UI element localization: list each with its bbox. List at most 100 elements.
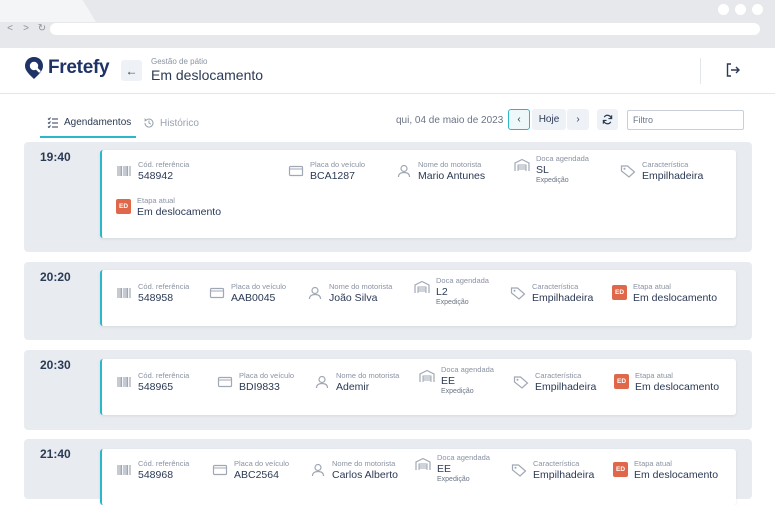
barcode-icon xyxy=(117,166,131,176)
warehouse-icon xyxy=(514,158,530,171)
dock-type: Expedição xyxy=(436,299,469,306)
window-control-dot[interactable] xyxy=(752,4,763,15)
window-control-dot[interactable] xyxy=(735,4,746,15)
field-dock: Doca agendada SL Expedição xyxy=(514,154,589,184)
feature-value: Empilhadeira xyxy=(532,292,594,304)
field-label: Etapa atual xyxy=(634,459,672,468)
group-time: 20:20 xyxy=(40,270,71,284)
feature-value: Empilhadeira xyxy=(535,381,597,393)
field-reference: Cód. referência 548968 xyxy=(116,459,189,481)
browser-back-icon[interactable]: < xyxy=(4,23,16,34)
field-stage: ED Etapa atual Em deslocamento xyxy=(612,282,717,304)
dock-type: Expedição xyxy=(437,476,470,483)
tab-agendamentos[interactable]: Agendamentos xyxy=(40,108,136,138)
field-label: Característica xyxy=(532,282,579,291)
stage-badge: ED xyxy=(613,462,628,477)
time-group: 19:40 Cód. referência 548942 Placa do veí… xyxy=(24,142,752,252)
chevron-left-icon: ‹ xyxy=(517,114,521,125)
field-label: Nome do motorista xyxy=(418,160,482,169)
driver-value: Carlos Alberto xyxy=(332,469,398,481)
browser-frame: < > ↻ xyxy=(0,0,775,48)
stage-badge: ED xyxy=(116,199,131,214)
group-time: 21:40 xyxy=(40,447,71,461)
plate-icon xyxy=(217,376,233,388)
driver-value: João Silva xyxy=(329,292,378,304)
field-label: Placa do veículo xyxy=(310,160,366,169)
warehouse-icon xyxy=(414,280,430,293)
user-icon xyxy=(315,375,329,389)
field-dock: Doca agendada EE Expedição xyxy=(419,365,494,395)
browser-forward-icon[interactable]: > xyxy=(20,23,32,34)
field-label: Placa do veículo xyxy=(234,459,290,468)
field-feature: Característica Empilhadeira xyxy=(511,459,594,481)
back-button[interactable]: ← xyxy=(121,60,142,81)
filter-input[interactable] xyxy=(627,110,744,130)
field-label: Placa do veículo xyxy=(231,282,287,291)
user-icon xyxy=(311,463,325,477)
logout-icon[interactable] xyxy=(725,62,741,78)
refresh-button[interactable] xyxy=(597,109,618,130)
field-label: Nome do motorista xyxy=(336,371,400,380)
reference-value: 548965 xyxy=(138,381,174,393)
driver-value: Mario Antunes xyxy=(418,170,486,182)
field-reference: Cód. referência 548958 xyxy=(116,282,189,304)
barcode-icon xyxy=(117,288,131,298)
plate-value: BDI9833 xyxy=(239,381,280,393)
appointment-card[interactable]: Cód. referência 548965 Placa do veículo BD… xyxy=(100,359,736,415)
checklist-icon xyxy=(47,117,58,128)
field-feature: Característica Empilhadeira xyxy=(513,371,596,393)
next-day-button[interactable]: › xyxy=(567,109,589,130)
field-label: Placa do veículo xyxy=(239,371,295,380)
group-time: 19:40 xyxy=(40,150,71,164)
toolbar: Agendamentos Histórico qui, 04 de maio d… xyxy=(0,94,775,142)
field-label: Etapa atual xyxy=(137,196,175,205)
tag-icon xyxy=(510,287,526,300)
field-reference: Cód. referência 548965 xyxy=(116,371,189,393)
browser-window-controls xyxy=(718,4,763,15)
dock-value: EE xyxy=(441,375,456,387)
page-title: Em deslocamento xyxy=(151,67,264,83)
field-label: Característica xyxy=(642,160,689,169)
field-plate: Placa do veículo BCA1287 xyxy=(288,160,365,182)
browser-reload-icon[interactable]: ↻ xyxy=(36,23,48,34)
field-dock: Doca agendada EE Expedição xyxy=(415,453,490,483)
feature-value: Empilhadeira xyxy=(642,170,704,182)
appointment-card[interactable]: Cód. referência 548968 Placa do veículo AB… xyxy=(100,449,736,505)
field-label: Cód. referência xyxy=(138,282,190,291)
appointment-card[interactable]: Cód. referência 548958 Placa do veículo AA… xyxy=(100,270,736,326)
plate-value: BCA1287 xyxy=(310,170,355,182)
header-titles: Gestão de pátio Em deslocamento xyxy=(151,57,263,83)
previous-day-button[interactable]: ‹ xyxy=(508,109,530,130)
dock-value: EE xyxy=(437,463,452,475)
reference-value: 548958 xyxy=(138,292,174,304)
field-label: Cód. referência xyxy=(138,160,190,169)
stage-badge: ED xyxy=(612,285,627,300)
app-header: Fretefy ← Gestão de pátio Em deslocament… xyxy=(0,48,775,94)
time-group: 21:40 Cód. referência 548968 Placa do veí… xyxy=(24,439,752,505)
field-plate: Placa do veículo AAB0045 xyxy=(209,282,286,304)
browser-address-bar[interactable] xyxy=(50,23,760,35)
browser-tab[interactable] xyxy=(0,0,96,22)
field-label: Cód. referência xyxy=(138,371,190,380)
field-label: Doca agendada xyxy=(436,276,489,285)
warehouse-icon xyxy=(415,457,431,470)
stage-badge: ED xyxy=(614,374,629,389)
header-divider xyxy=(700,58,701,84)
field-label: Nome do motorista xyxy=(329,282,393,291)
appointment-card[interactable]: Cód. referência 548942 Placa do veículo BC… xyxy=(100,150,736,238)
field-reference: Cód. referência 548942 xyxy=(116,160,189,182)
field-stage: ED Etapa atual Em deslocamento xyxy=(614,371,719,393)
field-driver: Nome do motorista Mario Antunes xyxy=(396,160,485,182)
brand-logo-icon xyxy=(25,57,43,79)
dock-value: SL xyxy=(536,164,549,176)
stage-value: Em deslocamento xyxy=(635,381,720,393)
plate-value: AAB0045 xyxy=(231,292,276,304)
window-control-dot[interactable] xyxy=(718,4,729,15)
dock-value: L2 xyxy=(436,286,448,298)
field-label: Característica xyxy=(535,371,582,380)
brand-logo[interactable]: Fretefy xyxy=(24,56,110,80)
tab-historico[interactable]: Histórico xyxy=(143,108,199,138)
field-label: Nome do motorista xyxy=(332,459,396,468)
reference-value: 548968 xyxy=(138,469,174,481)
today-button[interactable]: Hoje xyxy=(532,109,566,130)
